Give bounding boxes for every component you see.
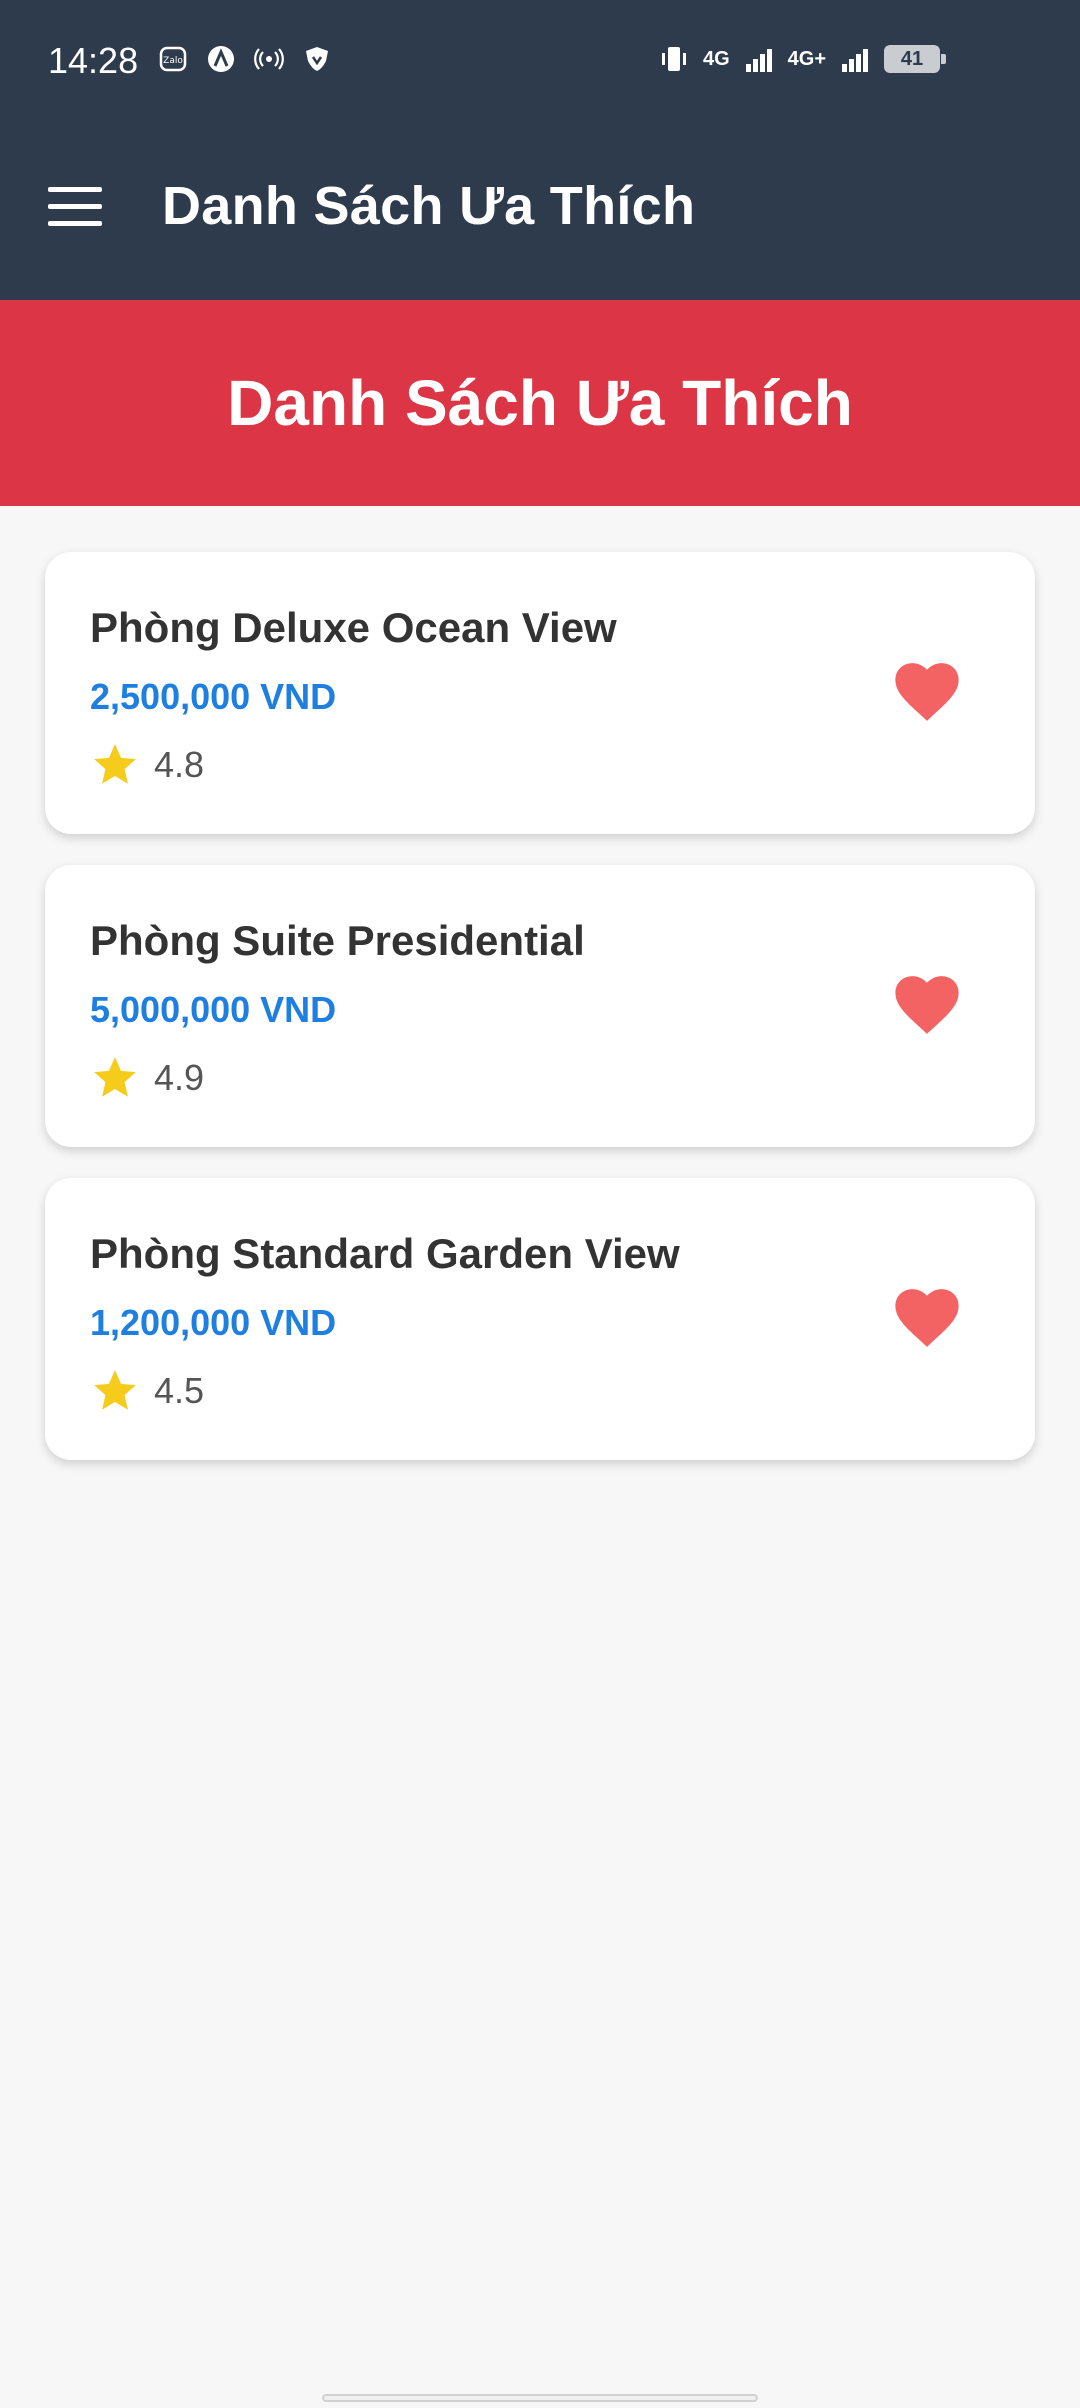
status-bar: 14:28 Zalo 4G 4G+ 41 <box>0 0 1080 125</box>
star-icon <box>94 744 136 784</box>
a-circle-icon <box>208 46 234 72</box>
room-card[interactable]: Phòng Deluxe Ocean View 2,500,000 VND 4.… <box>45 552 1035 834</box>
signal-icon <box>745 49 772 72</box>
signal-icon <box>842 49 868 72</box>
rating-value: 4.9 <box>154 1057 205 1098</box>
rating-value: 4.5 <box>154 1370 205 1411</box>
vpn-shield-icon <box>306 47 328 71</box>
room-price: 1,200,000 VND <box>90 1302 337 1343</box>
battery-icon: 41 <box>884 45 946 73</box>
status-time: 14:28 <box>48 40 139 81</box>
favorites-banner: Danh Sách Ưa Thích <box>0 300 1080 506</box>
room-name: Phòng Deluxe Ocean View <box>90 604 617 651</box>
hotspot-icon <box>254 48 284 70</box>
room-card[interactable]: Phòng Suite Presidential 5,000,000 VND 4… <box>45 865 1035 1147</box>
network-type-2: 4G+ <box>787 48 826 70</box>
heart-icon[interactable] <box>894 1287 960 1349</box>
room-name: Phòng Suite Presidential <box>90 917 585 964</box>
network-type-1: 4G <box>702 48 730 70</box>
svg-text:Zalo: Zalo <box>163 56 183 66</box>
room-rating: 4.5 <box>90 1366 204 1416</box>
app-bar: Danh Sách Ưa Thích <box>0 125 1080 300</box>
heart-icon[interactable] <box>894 661 960 723</box>
heart-icon[interactable] <box>894 974 960 1036</box>
room-rating: 4.9 <box>90 1053 204 1103</box>
hamburger-menu-icon[interactable] <box>48 187 102 227</box>
vibrate-icon <box>661 47 686 71</box>
app-bar-title: Danh Sách Ưa Thích <box>162 176 696 236</box>
star-icon <box>94 1057 136 1097</box>
banner-title: Danh Sách Ưa Thích <box>227 367 853 439</box>
home-indicator[interactable] <box>322 2394 758 2402</box>
room-name: Phòng Standard Garden View <box>90 1230 680 1277</box>
rating-value: 4.8 <box>154 744 205 785</box>
room-card[interactable]: Phòng Standard Garden View 1,200,000 VND… <box>45 1178 1035 1460</box>
zalo-icon: Zalo <box>159 46 187 72</box>
favorites-list: Phòng Deluxe Ocean View 2,500,000 VND 4.… <box>45 552 1035 1491</box>
star-icon <box>94 1370 136 1410</box>
room-rating: 4.8 <box>90 740 204 790</box>
room-price: 5,000,000 VND <box>90 989 337 1030</box>
room-price: 2,500,000 VND <box>90 676 337 717</box>
